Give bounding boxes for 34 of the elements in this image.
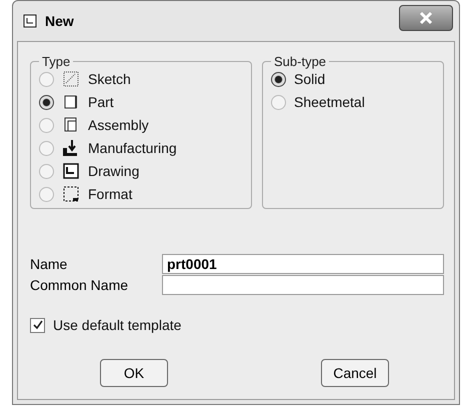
radio-label: Sketch <box>88 71 131 87</box>
radio-button[interactable] <box>39 140 54 156</box>
drawing-sheet-icon <box>62 162 80 180</box>
field-label: Name <box>30 256 68 272</box>
format-sheet-icon <box>62 185 80 203</box>
radio-label: Assembly <box>88 117 149 133</box>
window-title: New <box>45 13 75 29</box>
input-field[interactable]: prt0001 <box>162 254 444 274</box>
radio-button[interactable] <box>39 164 54 178</box>
close-button[interactable] <box>399 5 453 31</box>
close-icon <box>418 11 434 25</box>
group-title: Type <box>41 54 72 69</box>
radio-button[interactable] <box>271 94 286 110</box>
radio-label: Manufacturing <box>88 140 177 156</box>
ok-button[interactable]: OK <box>100 359 168 387</box>
window-icon <box>23 14 37 28</box>
radio-button[interactable] <box>271 72 286 86</box>
radio-label: Part <box>88 94 114 110</box>
radio-button[interactable] <box>39 118 54 132</box>
field-label: Common Name <box>30 276 130 292</box>
checkbox-label: Use default template <box>53 317 182 333</box>
radio-button[interactable] <box>39 186 54 202</box>
radio-label: Format <box>88 186 132 202</box>
input-field[interactable] <box>162 274 444 294</box>
checkbox[interactable] <box>30 318 45 332</box>
box-icon <box>62 93 80 111</box>
dotted-square-icon <box>62 70 80 88</box>
radio-label: Solid <box>294 71 326 87</box>
radio-label: Sheetmetal <box>294 94 365 110</box>
cancel-button[interactable]: Cancel <box>321 359 389 387</box>
radio-label: Drawing <box>88 163 140 179</box>
radio-button[interactable] <box>39 94 54 110</box>
group-title: Sub-type <box>273 54 328 69</box>
radio-button[interactable] <box>39 72 54 86</box>
